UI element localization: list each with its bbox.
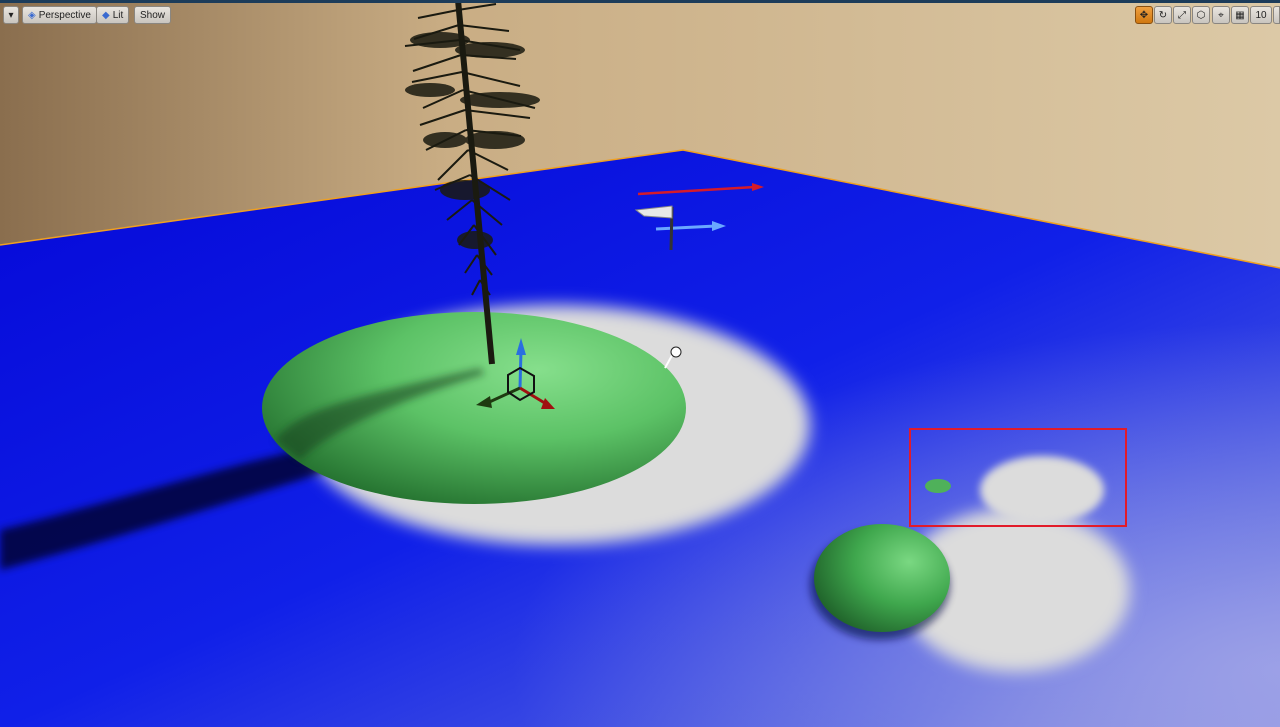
rotation-snap-button[interactable] <box>1273 6 1280 24</box>
surface-snap-button[interactable]: ⌖ <box>1212 6 1230 24</box>
lit-mode-icon: ◆ <box>102 9 110 21</box>
scale-mode-button[interactable]: ⤢ <box>1173 6 1191 24</box>
chevron-down-icon: ▾ <box>8 9 14 21</box>
grid-size-value: 10 <box>1255 9 1267 21</box>
selection-highlight-box <box>909 428 1127 527</box>
show-button[interactable]: Show <box>134 6 172 24</box>
lit-label: Lit <box>112 9 124 21</box>
perspective-label: Perspective <box>38 9 91 21</box>
translate-mode-button[interactable]: ✥ <box>1135 6 1153 24</box>
viewport-options-button[interactable]: ▾ <box>3 6 19 24</box>
world-local-button[interactable]: ⬡ <box>1192 6 1210 24</box>
scale-icon: ⤢ <box>1178 9 1186 21</box>
world-local-icon: ⬡ <box>1196 9 1206 21</box>
surface-snap-icon: ⌖ <box>1218 9 1224 21</box>
rotate-mode-button[interactable]: ↻ <box>1154 6 1172 24</box>
terrain-dome[interactable] <box>814 524 950 632</box>
perspective-icon: ◈ <box>28 9 36 21</box>
grid-size-button[interactable]: 10 <box>1250 6 1272 24</box>
3d-viewport[interactable] <box>0 0 1280 727</box>
rotate-icon: ↻ <box>1158 9 1168 21</box>
show-label: Show <box>140 9 166 21</box>
grid-snap-button[interactable]: ▦ <box>1231 6 1249 24</box>
perspective-button[interactable]: ◈ Perspective <box>22 6 97 24</box>
window-title-bar <box>0 0 1280 3</box>
grid-snap-icon: ▦ <box>1235 9 1245 21</box>
lit-button[interactable]: ◆ Lit <box>96 6 130 24</box>
translate-icon: ✥ <box>1139 9 1149 21</box>
